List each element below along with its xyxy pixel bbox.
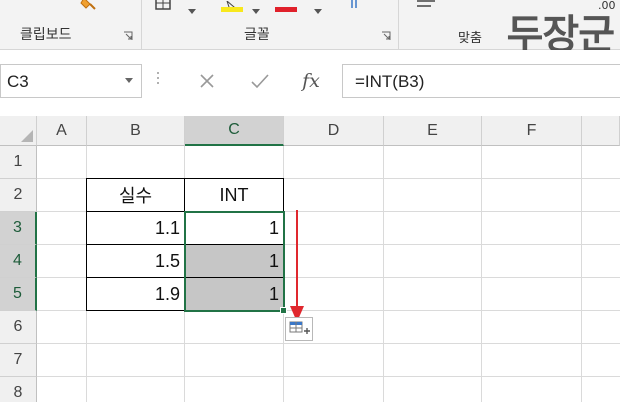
number-format-label: .00	[598, 0, 616, 12]
fx-label: fx	[302, 70, 320, 92]
column-header-a[interactable]: A	[37, 116, 87, 146]
formula-input[interactable]: =INT(B3)	[342, 64, 620, 98]
arrow-down-icon	[290, 210, 304, 322]
ribbon-separator	[398, 0, 399, 49]
name-box-value: C3	[7, 72, 29, 91]
column-header-g[interactable]	[582, 116, 620, 146]
formula-bar-grip-icon[interactable]	[156, 72, 160, 90]
clipboard-launcher-icon[interactable]	[123, 31, 133, 41]
cell-b4[interactable]: 1.5	[87, 245, 184, 277]
dropdown-icon[interactable]	[252, 2, 260, 14]
cell-b5[interactable]: 1.9	[87, 278, 184, 310]
cell-b3[interactable]: 1.1	[87, 212, 184, 244]
cell-b2[interactable]: 실수	[87, 179, 184, 211]
align-icon[interactable]	[417, 0, 437, 13]
column-header-c[interactable]: C	[185, 116, 284, 146]
column-header-b[interactable]: B	[87, 116, 185, 146]
row-header-8[interactable]: 8	[0, 377, 37, 402]
enter-icon[interactable]	[238, 64, 282, 98]
cancel-icon[interactable]	[185, 64, 229, 98]
row-header-1[interactable]: 1	[0, 146, 37, 179]
cell-area[interactable]: 실수 INT 1.1 1 1.5 1 1.9 1	[37, 146, 620, 402]
cell-c5[interactable]: 1	[185, 278, 283, 310]
ribbon-separator	[141, 0, 142, 49]
name-box-dropdown-icon[interactable]	[125, 78, 133, 83]
row-header-6[interactable]: 6	[0, 311, 37, 344]
format-painter-icon[interactable]	[80, 0, 100, 12]
autofill-options-button[interactable]	[285, 317, 313, 341]
row-header-3[interactable]: 3	[0, 212, 37, 245]
clipboard-group-label: 클립보드	[20, 27, 72, 43]
fill-handle[interactable]	[280, 307, 287, 314]
row-header-7[interactable]: 7	[0, 344, 37, 377]
formula-bar: C3 fx =INT(B3)	[0, 50, 620, 116]
formula-buttons: fx	[175, 64, 342, 98]
cell-c4[interactable]: 1	[185, 245, 283, 277]
dropdown-icon[interactable]	[188, 2, 196, 14]
text-direction-icon[interactable]	[349, 0, 363, 12]
font-color-icon[interactable]	[275, 0, 297, 12]
select-all-button[interactable]	[0, 116, 37, 146]
row-header-5[interactable]: 5	[0, 278, 37, 311]
cell-c2[interactable]: INT	[185, 179, 283, 211]
font-group-label: 글꼴	[244, 27, 270, 43]
spreadsheet-grid: A B C D E F 1 2 3 4 5 6 7 8 실수 INT 1.1 1…	[0, 116, 620, 402]
row-header-4[interactable]: 4	[0, 245, 37, 278]
formula-text: =INT(B3)	[355, 72, 425, 91]
insert-function-button[interactable]: fx	[289, 64, 333, 98]
cell-c3[interactable]: 1	[185, 212, 283, 244]
ribbon: 클립보드 글꼴 맞춤 .00	[0, 0, 620, 50]
borders-icon[interactable]	[155, 0, 175, 12]
row-header-2[interactable]: 2	[0, 179, 37, 212]
column-header-e[interactable]: E	[384, 116, 482, 146]
alignment-group-label: 맞춤	[458, 31, 482, 46]
column-header-f[interactable]: F	[482, 116, 582, 146]
font-launcher-icon[interactable]	[381, 31, 391, 41]
autofill-options-icon	[289, 321, 310, 334]
column-header-d[interactable]: D	[284, 116, 384, 146]
name-box[interactable]: C3	[0, 64, 142, 98]
dropdown-icon[interactable]	[314, 2, 322, 14]
fill-color-icon[interactable]	[221, 0, 243, 12]
